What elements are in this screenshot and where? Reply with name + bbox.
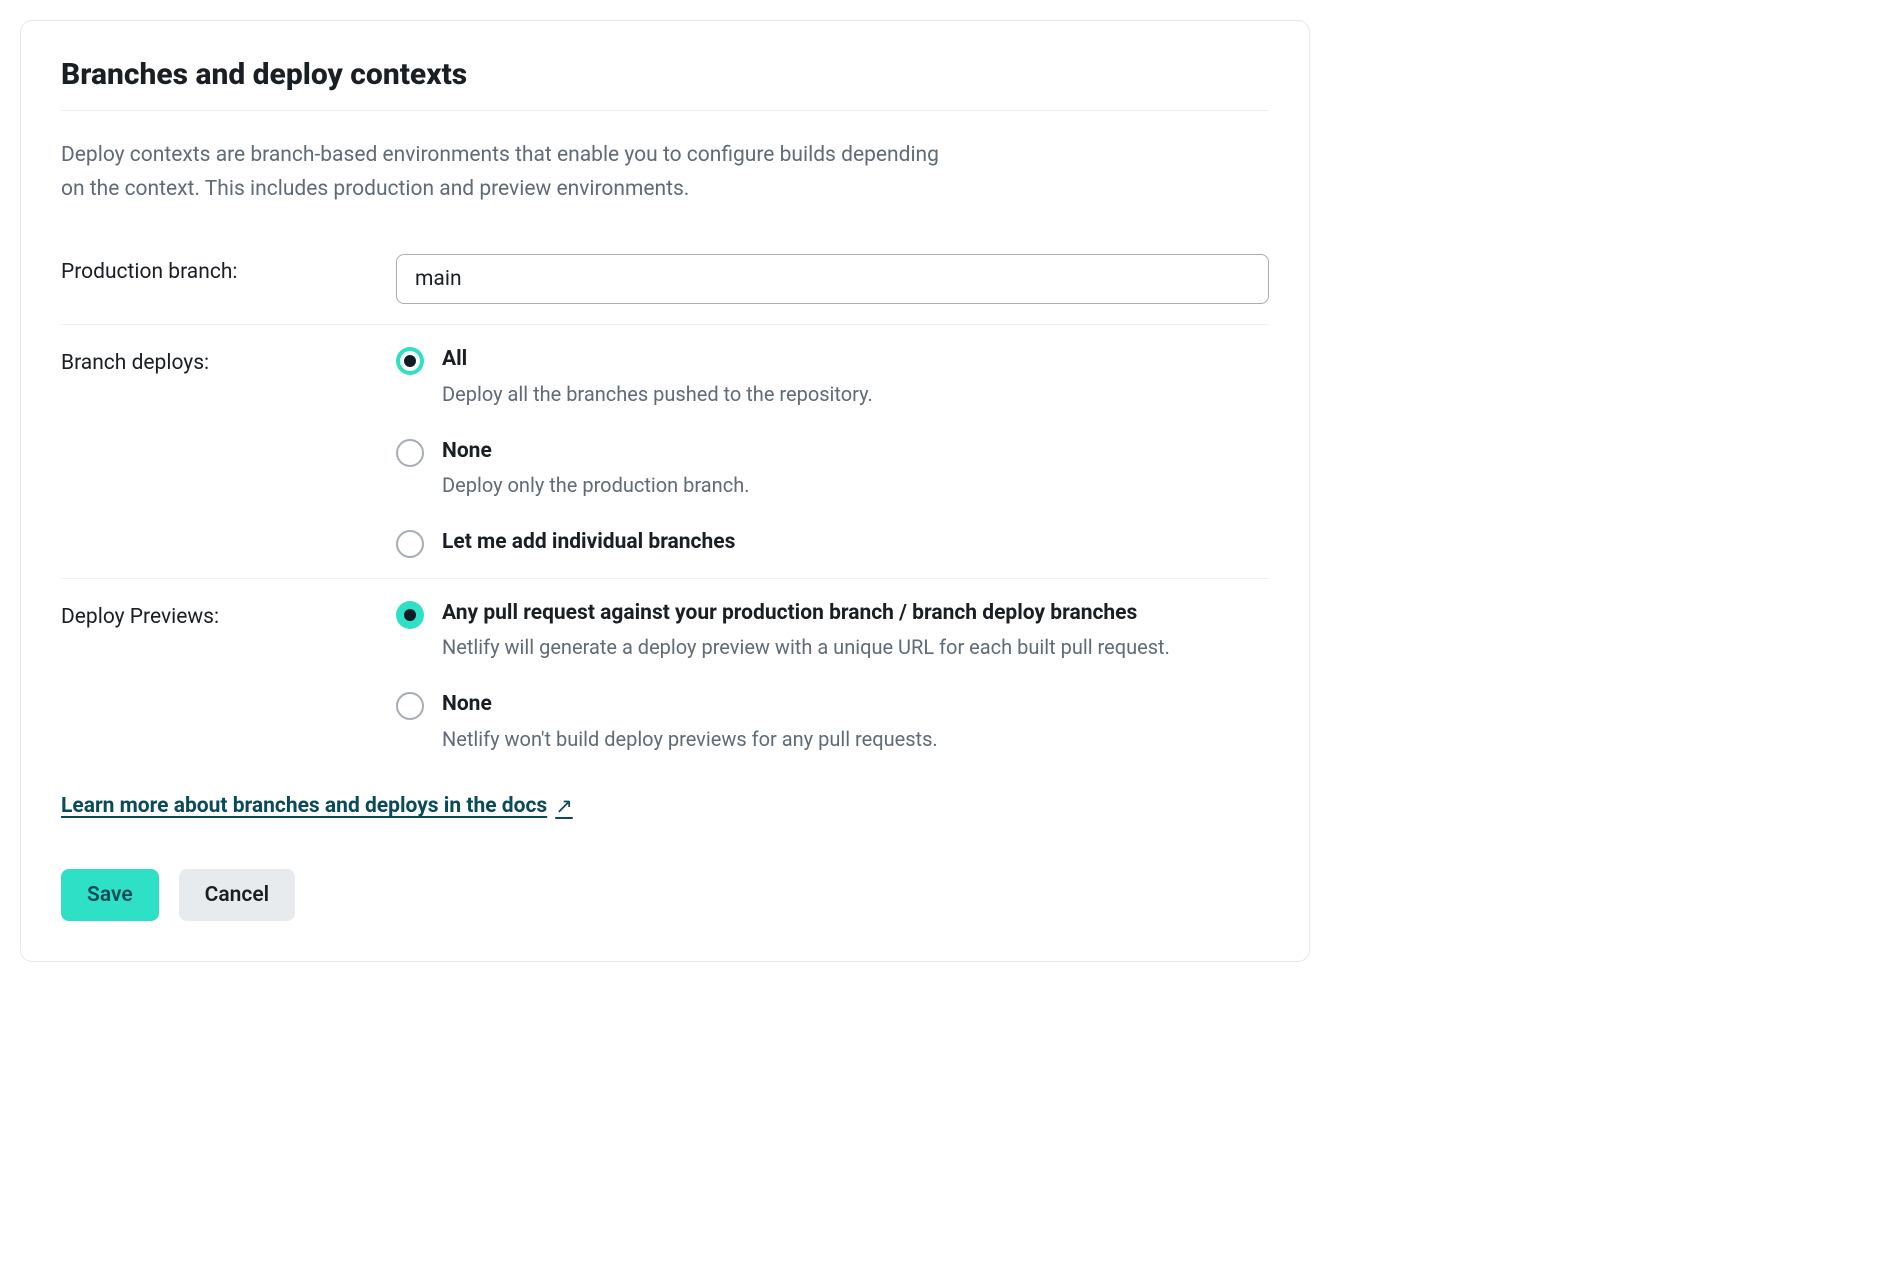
external-link-icon: ↗	[555, 794, 573, 819]
branch-deploys-option-individual[interactable]: Let me add individual branches	[396, 528, 1269, 558]
branch-deploys-radio-group: All Deploy all the branches pushed to th…	[396, 345, 1269, 558]
branch-deploys-row: Branch deploys: All Deploy all the branc…	[61, 325, 1269, 579]
learn-more-text: Learn more about branches and deploys in…	[61, 794, 547, 818]
save-button[interactable]: Save	[61, 869, 159, 921]
radio-title: None	[442, 690, 1269, 719]
radio-title: Let me add individual branches	[442, 528, 1269, 557]
button-row: Save Cancel	[61, 869, 1269, 921]
docs-link-row: Learn more about branches and deploys in…	[61, 794, 1269, 819]
deploy-previews-row: Deploy Previews: Any pull request agains…	[61, 579, 1269, 768]
radio-selected-icon	[396, 601, 424, 629]
card-description: Deploy contexts are branch-based environ…	[61, 139, 941, 206]
branch-deploys-option-none[interactable]: None Deploy only the production branch.	[396, 437, 1269, 500]
radio-desc: Deploy only the production branch.	[442, 470, 1269, 500]
radio-desc: Netlify won't build deploy previews for …	[442, 724, 1269, 754]
production-branch-label: Production branch:	[61, 254, 396, 284]
branch-deploys-label: Branch deploys:	[61, 345, 396, 375]
radio-selected-icon	[396, 347, 424, 375]
production-branch-row: Production branch:	[61, 240, 1269, 325]
cancel-button[interactable]: Cancel	[179, 869, 295, 921]
radio-title: None	[442, 437, 1269, 466]
deploy-previews-option-any[interactable]: Any pull request against your production…	[396, 599, 1269, 662]
card-title: Branches and deploy contexts	[61, 57, 1269, 111]
radio-unselected-icon	[396, 439, 424, 467]
deploy-previews-radio-group: Any pull request against your production…	[396, 599, 1269, 754]
radio-desc: Netlify will generate a deploy preview w…	[442, 632, 1269, 662]
radio-title: Any pull request against your production…	[442, 599, 1269, 628]
branches-deploy-contexts-card: Branches and deploy contexts Deploy cont…	[20, 20, 1310, 962]
radio-unselected-icon	[396, 692, 424, 720]
learn-more-link[interactable]: Learn more about branches and deploys in…	[61, 794, 573, 819]
radio-desc: Deploy all the branches pushed to the re…	[442, 379, 1269, 409]
deploy-previews-label: Deploy Previews:	[61, 599, 396, 629]
radio-title: All	[442, 345, 1269, 374]
branch-deploys-option-all[interactable]: All Deploy all the branches pushed to th…	[396, 345, 1269, 408]
production-branch-input[interactable]	[396, 254, 1269, 304]
radio-unselected-icon	[396, 530, 424, 558]
deploy-previews-option-none[interactable]: None Netlify won't build deploy previews…	[396, 690, 1269, 753]
